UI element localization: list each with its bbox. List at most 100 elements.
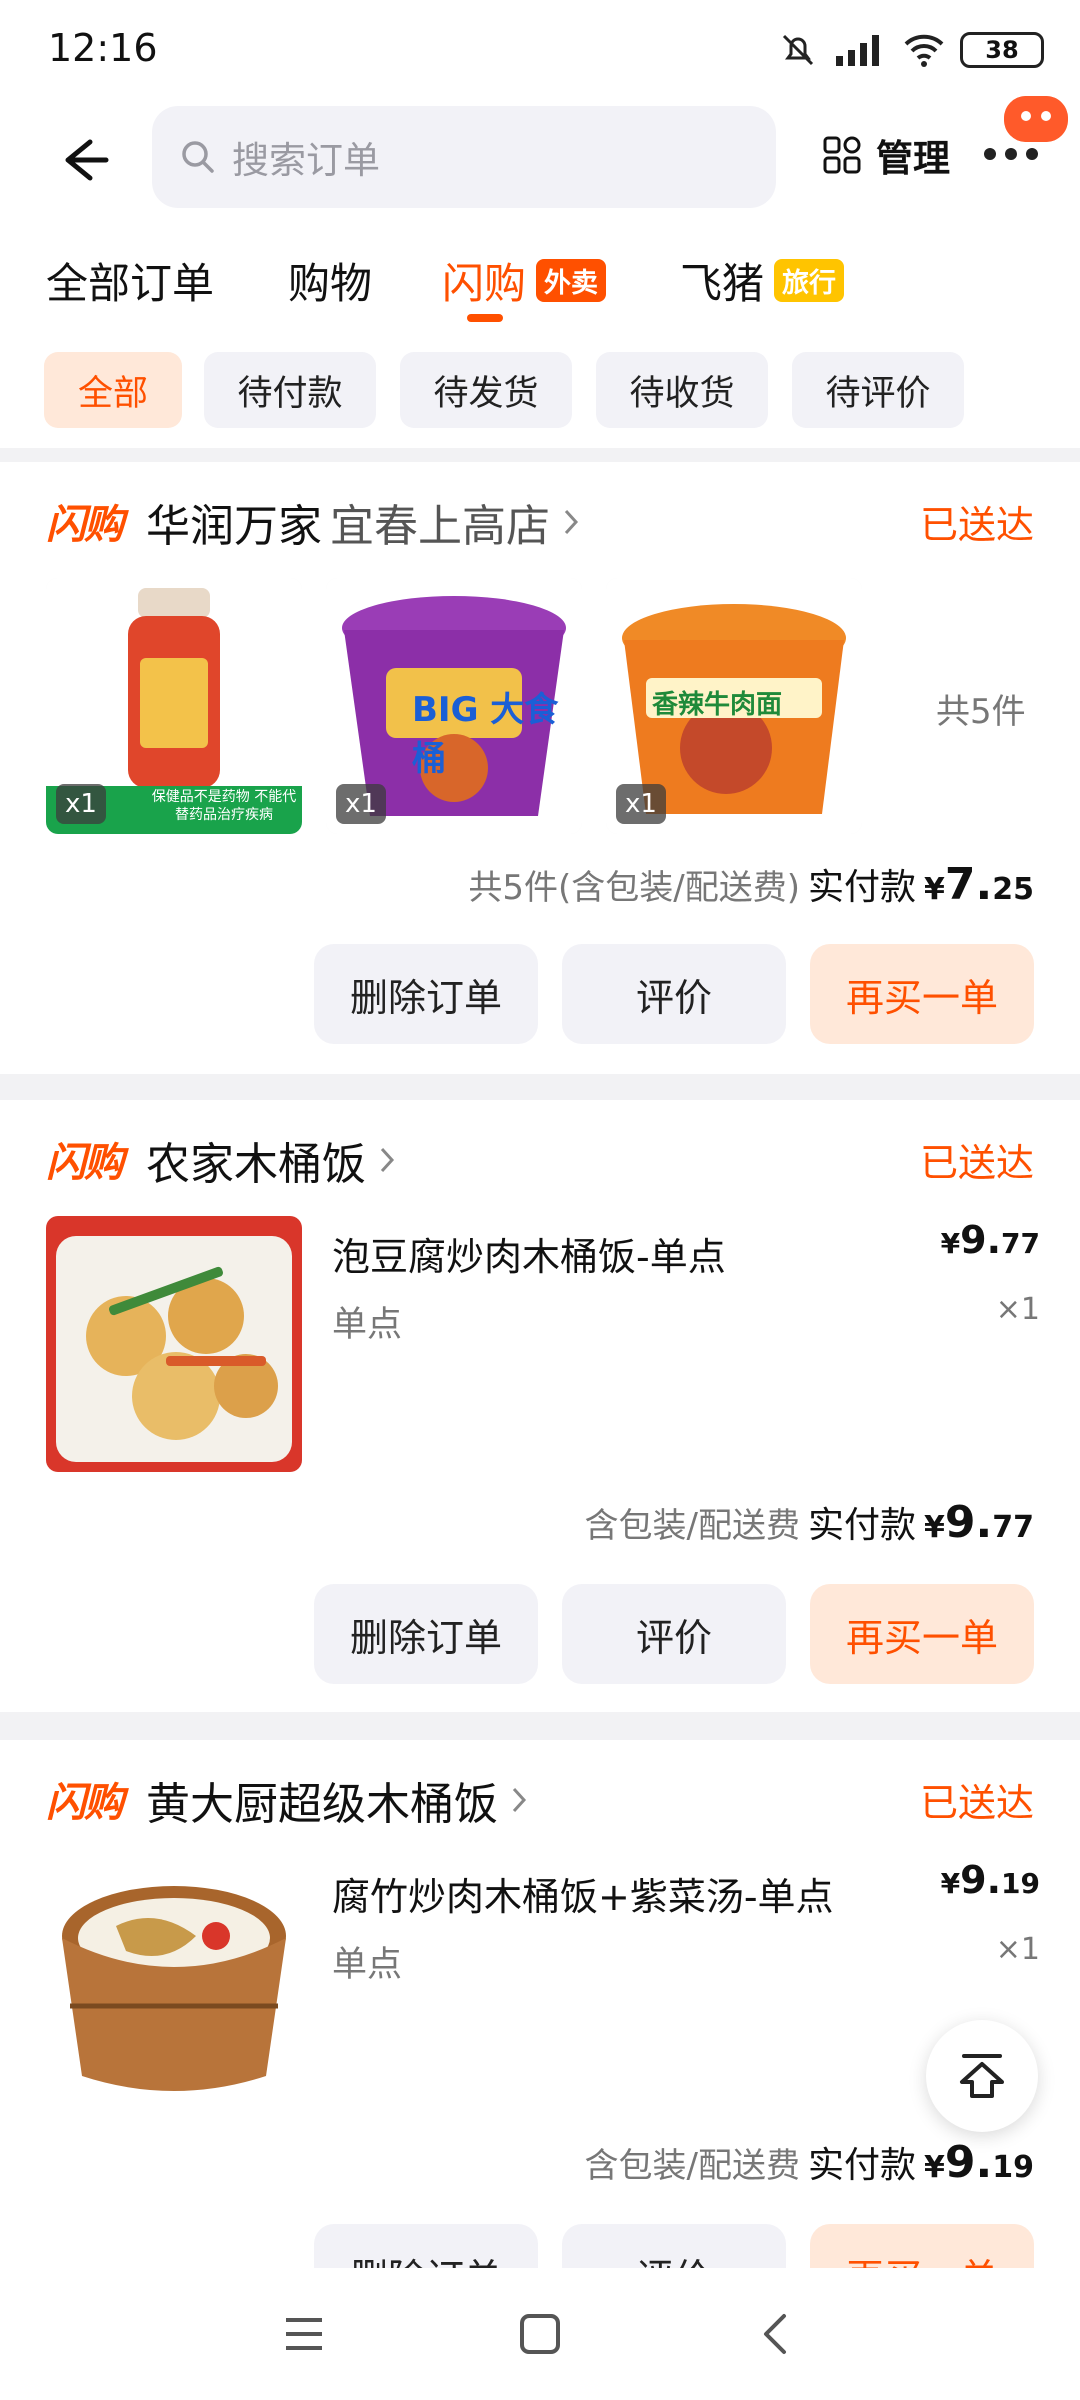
search-input[interactable]: 搜索订单: [152, 106, 776, 208]
signal-icon: [836, 35, 879, 66]
tab-label: 全部订单: [46, 259, 215, 308]
chevron-right-icon: [564, 509, 579, 535]
wifi-icon: [904, 34, 944, 67]
delete-order-button[interactable]: 删除订单: [314, 2224, 538, 2268]
back-icon[interactable]: [752, 2308, 800, 2360]
image-caption: BIG 大食桶: [412, 690, 559, 779]
takeout-badge: 外卖: [536, 259, 607, 302]
more-icon[interactable]: [984, 148, 1038, 160]
review-button[interactable]: 评价: [562, 2224, 786, 2268]
search-placeholder: 搜索订单: [232, 139, 380, 182]
tab-fliggy[interactable]: 飞猪 旅行: [680, 250, 845, 311]
flash-buy-logo: 闪购: [46, 502, 124, 548]
paid-label: 实付款: [808, 2145, 917, 2186]
shop-title: 华润万家: [146, 501, 322, 552]
item-name[interactable]: 泡豆腐炒肉木桶饭-单点: [332, 1226, 726, 1281]
battery-icon: 38: [960, 32, 1044, 68]
review-button[interactable]: 评价: [562, 1584, 786, 1684]
item-count[interactable]: 共5件: [936, 684, 1026, 733]
quantity-badge: x1: [56, 784, 106, 824]
tab-shopping[interactable]: 购物: [288, 250, 372, 311]
wooden-bucket-rice-image: [46, 1856, 302, 2112]
tab-label: 闪购: [442, 259, 527, 308]
quantity-badge: x1: [336, 784, 386, 824]
delete-order-button[interactable]: 删除订单: [314, 944, 538, 1044]
quantity-badge: x1: [616, 784, 666, 824]
order-status: 已送达: [919, 1141, 1034, 1185]
status-icons: 38: [778, 30, 1044, 70]
home-icon[interactable]: [516, 2310, 564, 2358]
system-nav-bar: [0, 2268, 1080, 2400]
product-image[interactable]: BIG 大食桶 x1: [326, 578, 582, 834]
back-arrow-icon[interactable]: [44, 124, 116, 196]
search-icon: [182, 141, 214, 173]
back-to-top-button[interactable]: [926, 2020, 1038, 2132]
item-spec: 单点: [332, 1945, 403, 1985]
product-image[interactable]: [46, 1856, 302, 2112]
header: 搜索订单 管理: [0, 96, 1080, 222]
travel-badge: 旅行: [774, 259, 845, 302]
paid-label: 实付款: [808, 1505, 917, 1546]
order-status: 已送达: [919, 503, 1034, 547]
order-total: 含包装/配送费 实付款 ¥9.19: [585, 2136, 1034, 2188]
flash-buy-logo: 闪购: [46, 1140, 124, 1186]
shop-branch: 宜春上高店: [330, 501, 550, 552]
status-filters: 全部 待付款 待发货 待收货 待评价: [0, 332, 1080, 448]
shop-name[interactable]: 华润万家 宜春上高店: [146, 490, 584, 554]
buy-again-button[interactable]: 再买一单: [810, 2224, 1034, 2268]
product-image[interactable]: [46, 1216, 302, 1472]
tofu-dish-image: [46, 1216, 302, 1472]
order-card[interactable]: 闪购 华润万家 宜春上高店 已送达 保健品不是药物 不能代替药品治疗疾病 x1 …: [0, 462, 1080, 1074]
shop-name[interactable]: 农家木桶饭: [146, 1128, 400, 1192]
filter-pending-shipment[interactable]: 待发货: [400, 352, 572, 428]
grid-icon: [823, 136, 861, 174]
paid-amount: ¥9.19: [924, 2137, 1034, 2188]
order-type-tabs: 全部订单 购物 闪购 外卖 飞猪 旅行: [0, 222, 1080, 332]
paid-label: 实付款: [808, 867, 917, 908]
delete-order-button[interactable]: 删除订单: [314, 1584, 538, 1684]
review-button[interactable]: 评价: [562, 944, 786, 1044]
tab-label: 飞猪: [680, 259, 765, 308]
shop-name[interactable]: 黄大厨超级木桶饭: [146, 1768, 532, 1832]
buy-again-button[interactable]: 再买一单: [810, 944, 1034, 1044]
item-name[interactable]: 腐竹炒肉木桶饭+紫菜汤-单点: [332, 1866, 834, 1921]
item-spec: 单点: [332, 1305, 403, 1345]
product-image[interactable]: 香辣牛肉面 x1: [606, 578, 862, 834]
item-quantity: ×1: [995, 1292, 1040, 1327]
order-status: 已送达: [919, 1781, 1034, 1825]
mute-bell-icon: [782, 34, 814, 66]
order-card[interactable]: 闪购 农家木桶饭 已送达 泡豆腐炒肉木桶饭-单点 单点 ¥9.77 ×1 含包装…: [0, 1100, 1080, 1712]
manage-button[interactable]: 管理: [822, 128, 950, 182]
tab-label: 购物: [288, 259, 373, 308]
paid-amount: ¥9.77: [924, 1497, 1034, 1548]
total-summary: 共5件(含包装/配送费): [468, 868, 801, 908]
item-price: ¥9.19: [940, 1858, 1040, 1902]
shop-title: 黄大厨超级木桶饭: [146, 1779, 498, 1830]
chevron-right-icon: [512, 1787, 527, 1813]
filter-pending-review[interactable]: 待评价: [792, 352, 964, 428]
image-caption: 保健品不是药物 不能代替药品治疗疾病: [151, 789, 297, 823]
tab-all-orders[interactable]: 全部订单: [46, 250, 214, 311]
buy-again-button[interactable]: 再买一单: [810, 1584, 1034, 1684]
menu-icon[interactable]: [280, 2312, 328, 2356]
clock: 12:16: [48, 26, 158, 70]
manage-label: 管理: [876, 137, 950, 180]
paid-amount: ¥7.25: [924, 859, 1034, 910]
order-card[interactable]: 闪购 黄大厨超级木桶饭 已送达 腐竹炒肉木桶饭+紫菜汤-单点 单点 ¥9.19 …: [0, 1740, 1080, 2268]
filter-pending-payment[interactable]: 待付款: [204, 352, 376, 428]
shop-title: 农家木桶饭: [146, 1139, 366, 1190]
status-bar: 12:16 38: [0, 0, 1080, 100]
active-tab-indicator: [467, 314, 503, 322]
back-to-top-icon: [960, 2054, 1004, 2098]
order-total: 共5件(含包装/配送费) 实付款 ¥7.25: [468, 858, 1034, 910]
battery-level: 38: [985, 36, 1019, 64]
chevron-right-icon: [380, 1147, 395, 1173]
flash-buy-logo: 闪购: [46, 1780, 124, 1826]
filter-all[interactable]: 全部: [44, 352, 182, 428]
filter-pending-receipt[interactable]: 待收货: [596, 352, 768, 428]
product-image[interactable]: 保健品不是药物 不能代替药品治疗疾病 x1: [46, 578, 302, 834]
assistant-bot-icon[interactable]: [1004, 96, 1068, 142]
item-quantity: ×1: [995, 1932, 1040, 1967]
image-caption: 香辣牛肉面: [652, 690, 783, 720]
tab-flash-buy[interactable]: 闪购 外卖: [442, 250, 607, 311]
